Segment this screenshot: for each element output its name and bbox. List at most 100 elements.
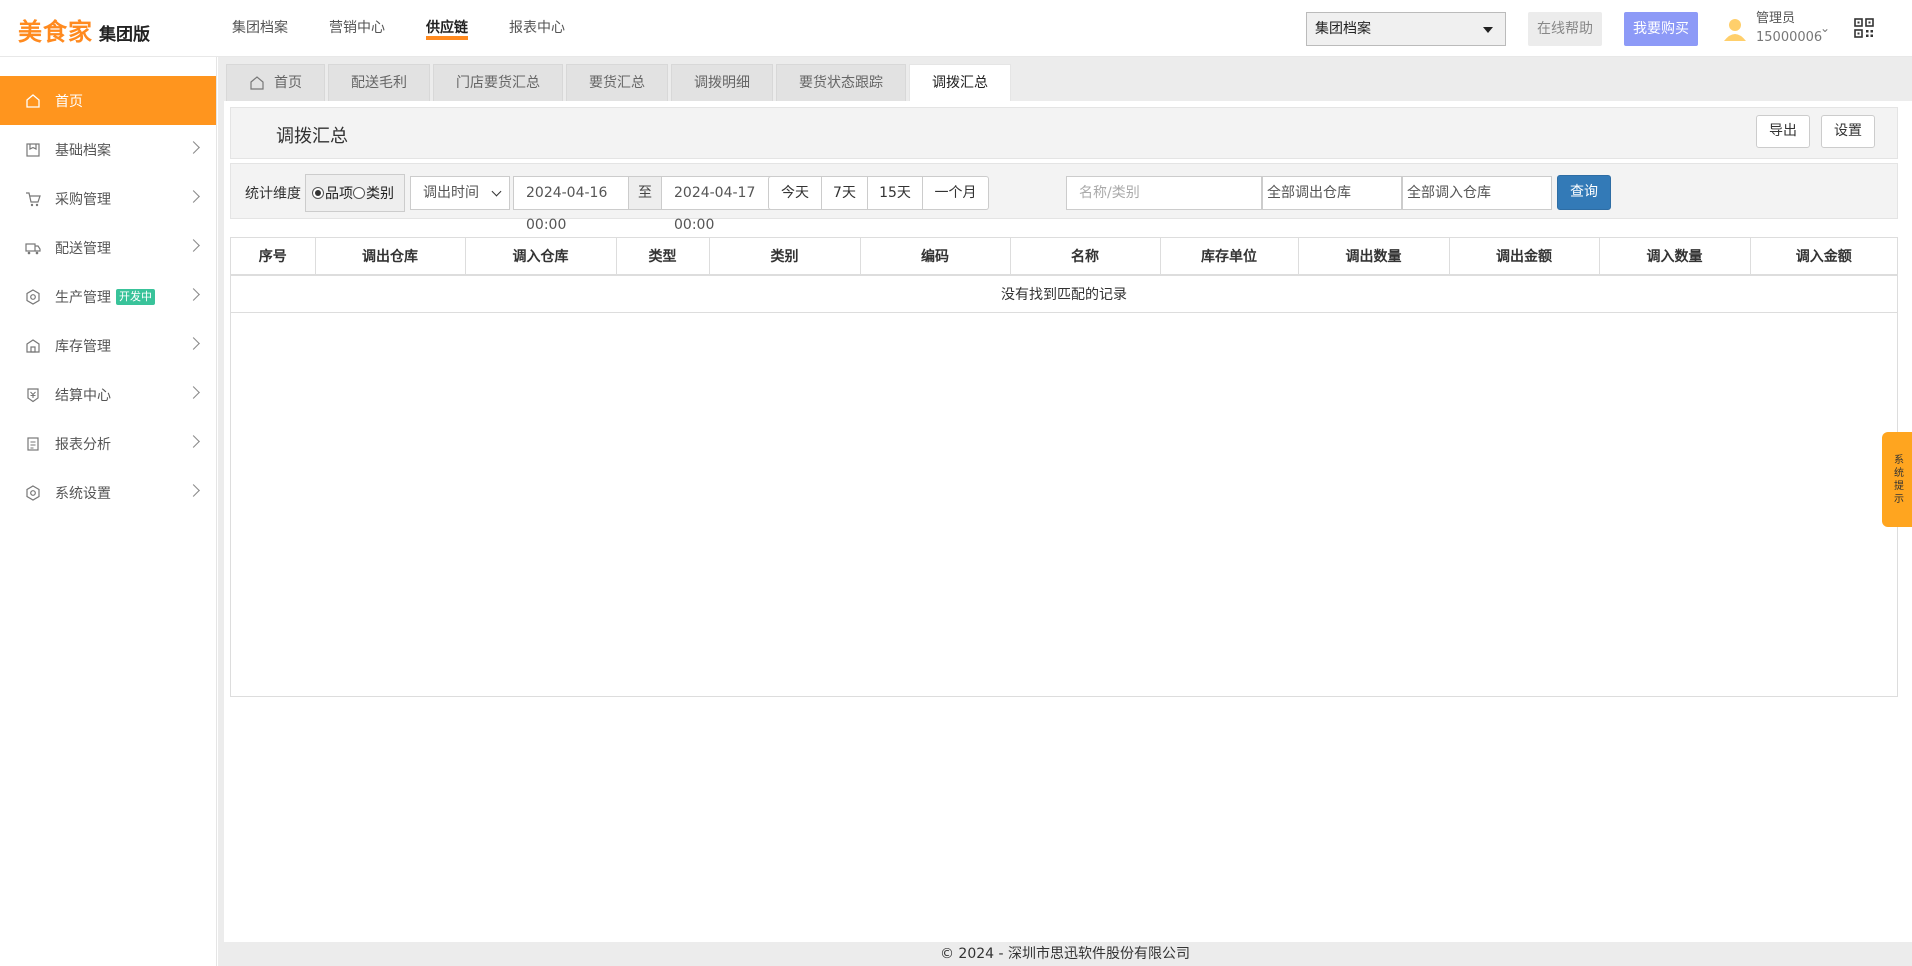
export-button[interactable]: 导出: [1756, 115, 1810, 148]
caret-down-icon: [1483, 27, 1493, 33]
sidebar-item-label: 库存管理: [55, 338, 111, 355]
column-header[interactable]: 名称: [1010, 238, 1161, 276]
chevron-down-icon[interactable]: ⌄: [1820, 21, 1830, 35]
column-header[interactable]: 类型: [616, 238, 710, 276]
sidebar-item-settlement[interactable]: 结算中心: [0, 370, 216, 419]
tab-order-status-tracking[interactable]: 要货状态跟踪: [776, 64, 906, 101]
sidebar-item-label: 采购管理: [55, 191, 111, 208]
chevron-right-icon: [187, 435, 200, 448]
tab-transfer-summary[interactable]: 调拨汇总: [909, 64, 1011, 101]
main-panel: 调拨汇总 导出 设置 统计维度 品项 类别 调出时间 2024-04-16 00…: [224, 101, 1912, 942]
buy-button[interactable]: 我要购买: [1624, 12, 1698, 46]
footer-copyright: © 2024 - 深圳市思迅软件股份有限公司: [939, 946, 1191, 962]
user-id: 15000006: [1756, 30, 1823, 45]
tab-order-summary[interactable]: 要货汇总: [566, 64, 668, 101]
radio-category[interactable]: [353, 187, 365, 199]
cart-icon: [26, 191, 41, 206]
dimension-radio-group: 品项 类别: [305, 174, 405, 212]
top-header: 美食家 集团版 集团档案 营销中心 供应链 报表中心 集团档案 在线帮助 我要购…: [0, 0, 1912, 57]
today-button[interactable]: 今天: [768, 176, 822, 210]
sidebar-item-label: 报表分析: [55, 436, 111, 453]
out-warehouse-select[interactable]: 全部调出仓库: [1262, 176, 1402, 210]
sidebar-item-label: 结算中心: [55, 387, 111, 404]
topnav-item-supply-chain[interactable]: 供应链: [426, 0, 468, 57]
topnav-item-marketing[interactable]: 营销中心: [329, 0, 385, 57]
production-icon: [26, 288, 40, 305]
date-from-input[interactable]: 2024-04-16 00:00: [513, 176, 629, 233]
column-header[interactable]: 调出仓库: [315, 238, 466, 276]
qrcode-icon[interactable]: [1854, 18, 1874, 38]
gear-icon: [26, 484, 40, 501]
radio-category-label[interactable]: 类别: [366, 183, 394, 203]
sidebar-item-system-settings[interactable]: 系统设置: [0, 468, 216, 517]
column-header[interactable]: 类别: [709, 238, 861, 276]
radio-item-label[interactable]: 品项: [325, 183, 353, 203]
column-header[interactable]: 编码: [860, 238, 1011, 276]
in-warehouse-select[interactable]: 全部调入仓库: [1402, 176, 1552, 210]
logo[interactable]: 美食家 集团版: [18, 12, 150, 47]
sidebar-item-inventory[interactable]: 库存管理: [0, 321, 216, 370]
tab-transfer-detail[interactable]: 调拨明细: [671, 64, 773, 101]
chevron-right-icon: [187, 337, 200, 350]
column-header[interactable]: 序号: [231, 238, 316, 276]
tab-bar: 首页 配送毛利 门店要货汇总 要货汇总 调拨明细 要货状态跟踪 调拨汇总: [226, 64, 1014, 101]
group-select[interactable]: 集团档案: [1306, 12, 1506, 46]
warehouse-icon: [26, 338, 40, 353]
sidebar-item-purchase[interactable]: 采购管理: [0, 174, 216, 223]
system-tip-tab[interactable]: 系统提示: [1882, 432, 1912, 527]
chevron-right-icon: [187, 484, 200, 497]
logo-main: 美食家: [18, 17, 93, 46]
sidebar-item-basic-archive[interactable]: 基础档案: [0, 125, 216, 174]
one-month-button[interactable]: 一个月: [923, 176, 989, 210]
date-to-input[interactable]: 2024-04-17 00:00: [661, 176, 777, 233]
data-table: 序号 调出仓库 调入仓库 类型 类别 编码 名称 库存单位 调出数量 调出金额 …: [230, 237, 1898, 697]
table-row: 没有找到匹配的记录: [231, 275, 1897, 313]
avatar-icon[interactable]: [1722, 16, 1748, 42]
group-select-value: 集团档案: [1315, 21, 1371, 37]
column-header[interactable]: 调出金额: [1449, 238, 1600, 276]
to-label: 至: [628, 176, 662, 210]
sidebar-item-label: 配送管理: [55, 240, 111, 257]
sidebar-item-production[interactable]: 生产管理 开发中: [0, 272, 216, 321]
topnav-item-group-archive[interactable]: 集团档案: [232, 0, 288, 57]
user-name[interactable]: 管理员: [1756, 10, 1795, 27]
empty-message: 没有找到匹配的记录: [231, 275, 1897, 313]
column-header[interactable]: 库存单位: [1160, 238, 1299, 276]
column-header[interactable]: 调入金额: [1750, 238, 1897, 276]
truck-icon: [25, 242, 41, 254]
sidebar-item-distribution[interactable]: 配送管理: [0, 223, 216, 272]
status-badge: 开发中: [116, 288, 155, 305]
tab-delivery-margin[interactable]: 配送毛利: [328, 64, 430, 101]
7days-button[interactable]: 7天: [822, 176, 868, 210]
chevron-right-icon: [187, 141, 200, 154]
home-icon: [250, 76, 264, 90]
search-input[interactable]: 名称/类别: [1066, 176, 1262, 210]
chevron-right-icon: [187, 190, 200, 203]
column-header[interactable]: 调入仓库: [465, 238, 617, 276]
topnav-item-reports[interactable]: 报表中心: [509, 0, 565, 57]
chevron-right-icon: [187, 386, 200, 399]
sidebar: 首页 基础档案 采购管理 配送管理 生产管理 开发中 库存管理 结算中心 报表分…: [0, 57, 217, 966]
query-button[interactable]: 查询: [1557, 175, 1611, 210]
home-icon: [26, 93, 40, 108]
15days-button[interactable]: 15天: [868, 176, 923, 210]
radio-item[interactable]: [312, 187, 324, 199]
logo-sub: 集团版: [99, 25, 150, 45]
settings-button[interactable]: 设置: [1821, 115, 1875, 148]
chevron-right-icon: [187, 288, 200, 301]
table-header-row: 序号 调出仓库 调入仓库 类型 类别 编码 名称 库存单位 调出数量 调出金额 …: [231, 238, 1897, 276]
sidebar-item-report-analysis[interactable]: 报表分析: [0, 419, 216, 468]
page-title: 调拨汇总: [276, 126, 348, 147]
content-area: 首页 配送毛利 门店要货汇总 要货汇总 调拨明细 要货状态跟踪 调拨汇总 调拨汇…: [218, 57, 1912, 966]
sidebar-item-label: 首页: [55, 93, 83, 110]
column-header[interactable]: 调入数量: [1599, 238, 1751, 276]
sidebar-item-home[interactable]: 首页: [0, 76, 216, 125]
sidebar-item-label: 基础档案: [55, 142, 111, 159]
time-type-select[interactable]: 调出时间: [410, 176, 510, 210]
report-icon: [27, 436, 39, 451]
online-help-button[interactable]: 在线帮助: [1528, 12, 1602, 46]
column-header[interactable]: 调出数量: [1298, 238, 1450, 276]
tab-store-order-summary[interactable]: 门店要货汇总: [433, 64, 563, 101]
filter-bar: 统计维度 品项 类别 调出时间 2024-04-16 00:00 至 2024-…: [230, 163, 1898, 233]
tab-home[interactable]: 首页: [226, 64, 325, 101]
